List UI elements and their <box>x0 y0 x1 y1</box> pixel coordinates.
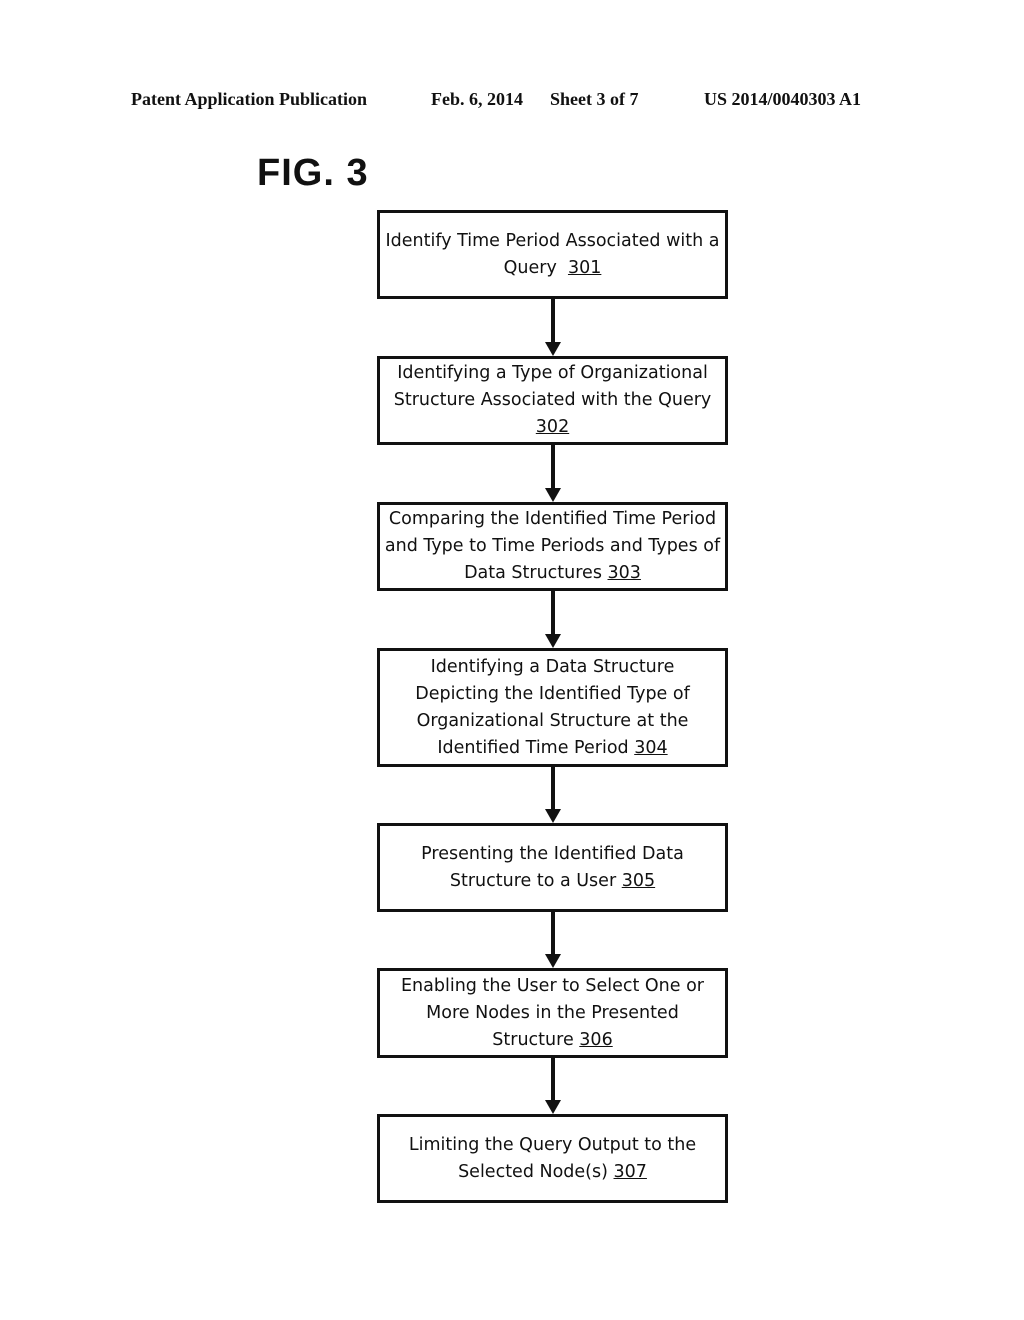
step-306-box: Enabling the User to Select One or More … <box>377 968 728 1058</box>
step-302-box: Identifying a Type of Organizational Str… <box>377 356 728 445</box>
step-304-label: Identifying a Data Structure Depicting t… <box>415 656 690 758</box>
arrow-301-302 <box>545 299 561 356</box>
publication-number: US 2014/0040303 A1 <box>704 89 862 109</box>
arrow-305-306 <box>545 912 561 968</box>
ref-304: 304 <box>634 737 668 758</box>
step-304-box: Identifying a Data Structure Depicting t… <box>377 648 728 767</box>
publication-date: Feb. 6, 2014 <box>431 89 523 109</box>
step-302-label: Identifying a Type of Organizational Str… <box>393 363 712 437</box>
step-306-label: Enabling the User to Select One or More … <box>401 975 704 1050</box>
publication-type: Patent Application Publication <box>131 89 368 109</box>
ref-306: 306 <box>579 1029 613 1050</box>
arrow-303-304 <box>545 591 561 648</box>
sheet-number: Sheet 3 of 7 <box>550 89 639 109</box>
step-305-box: Presenting the Identified Data Structure… <box>377 823 728 912</box>
step-301-label: Identify Time Period Associated with a Q… <box>385 230 720 278</box>
step-305-label: Presenting the Identified Data Structure… <box>421 843 684 891</box>
arrow-302-303 <box>545 445 561 502</box>
arrow-306-307 <box>545 1058 561 1114</box>
step-307-box: Limiting the Query Output to the Selecte… <box>377 1114 728 1203</box>
ref-302: 302 <box>535 417 570 437</box>
step-301-box: Identify Time Period Associated with a Q… <box>377 210 728 299</box>
ref-303: 303 <box>607 563 641 583</box>
step-307-label: Limiting the Query Output to the Selecte… <box>408 1134 697 1182</box>
figure-label: FIG. 3 <box>257 152 369 194</box>
arrow-304-305 <box>545 767 561 823</box>
ref-305: 305 <box>621 870 656 891</box>
ref-307: 307 <box>613 1161 647 1182</box>
ref-301: 301 <box>567 257 602 278</box>
step-303-label: Comparing the Identified Time Period and… <box>384 509 721 583</box>
step-303-box: Comparing the Identified Time Period and… <box>377 502 728 591</box>
